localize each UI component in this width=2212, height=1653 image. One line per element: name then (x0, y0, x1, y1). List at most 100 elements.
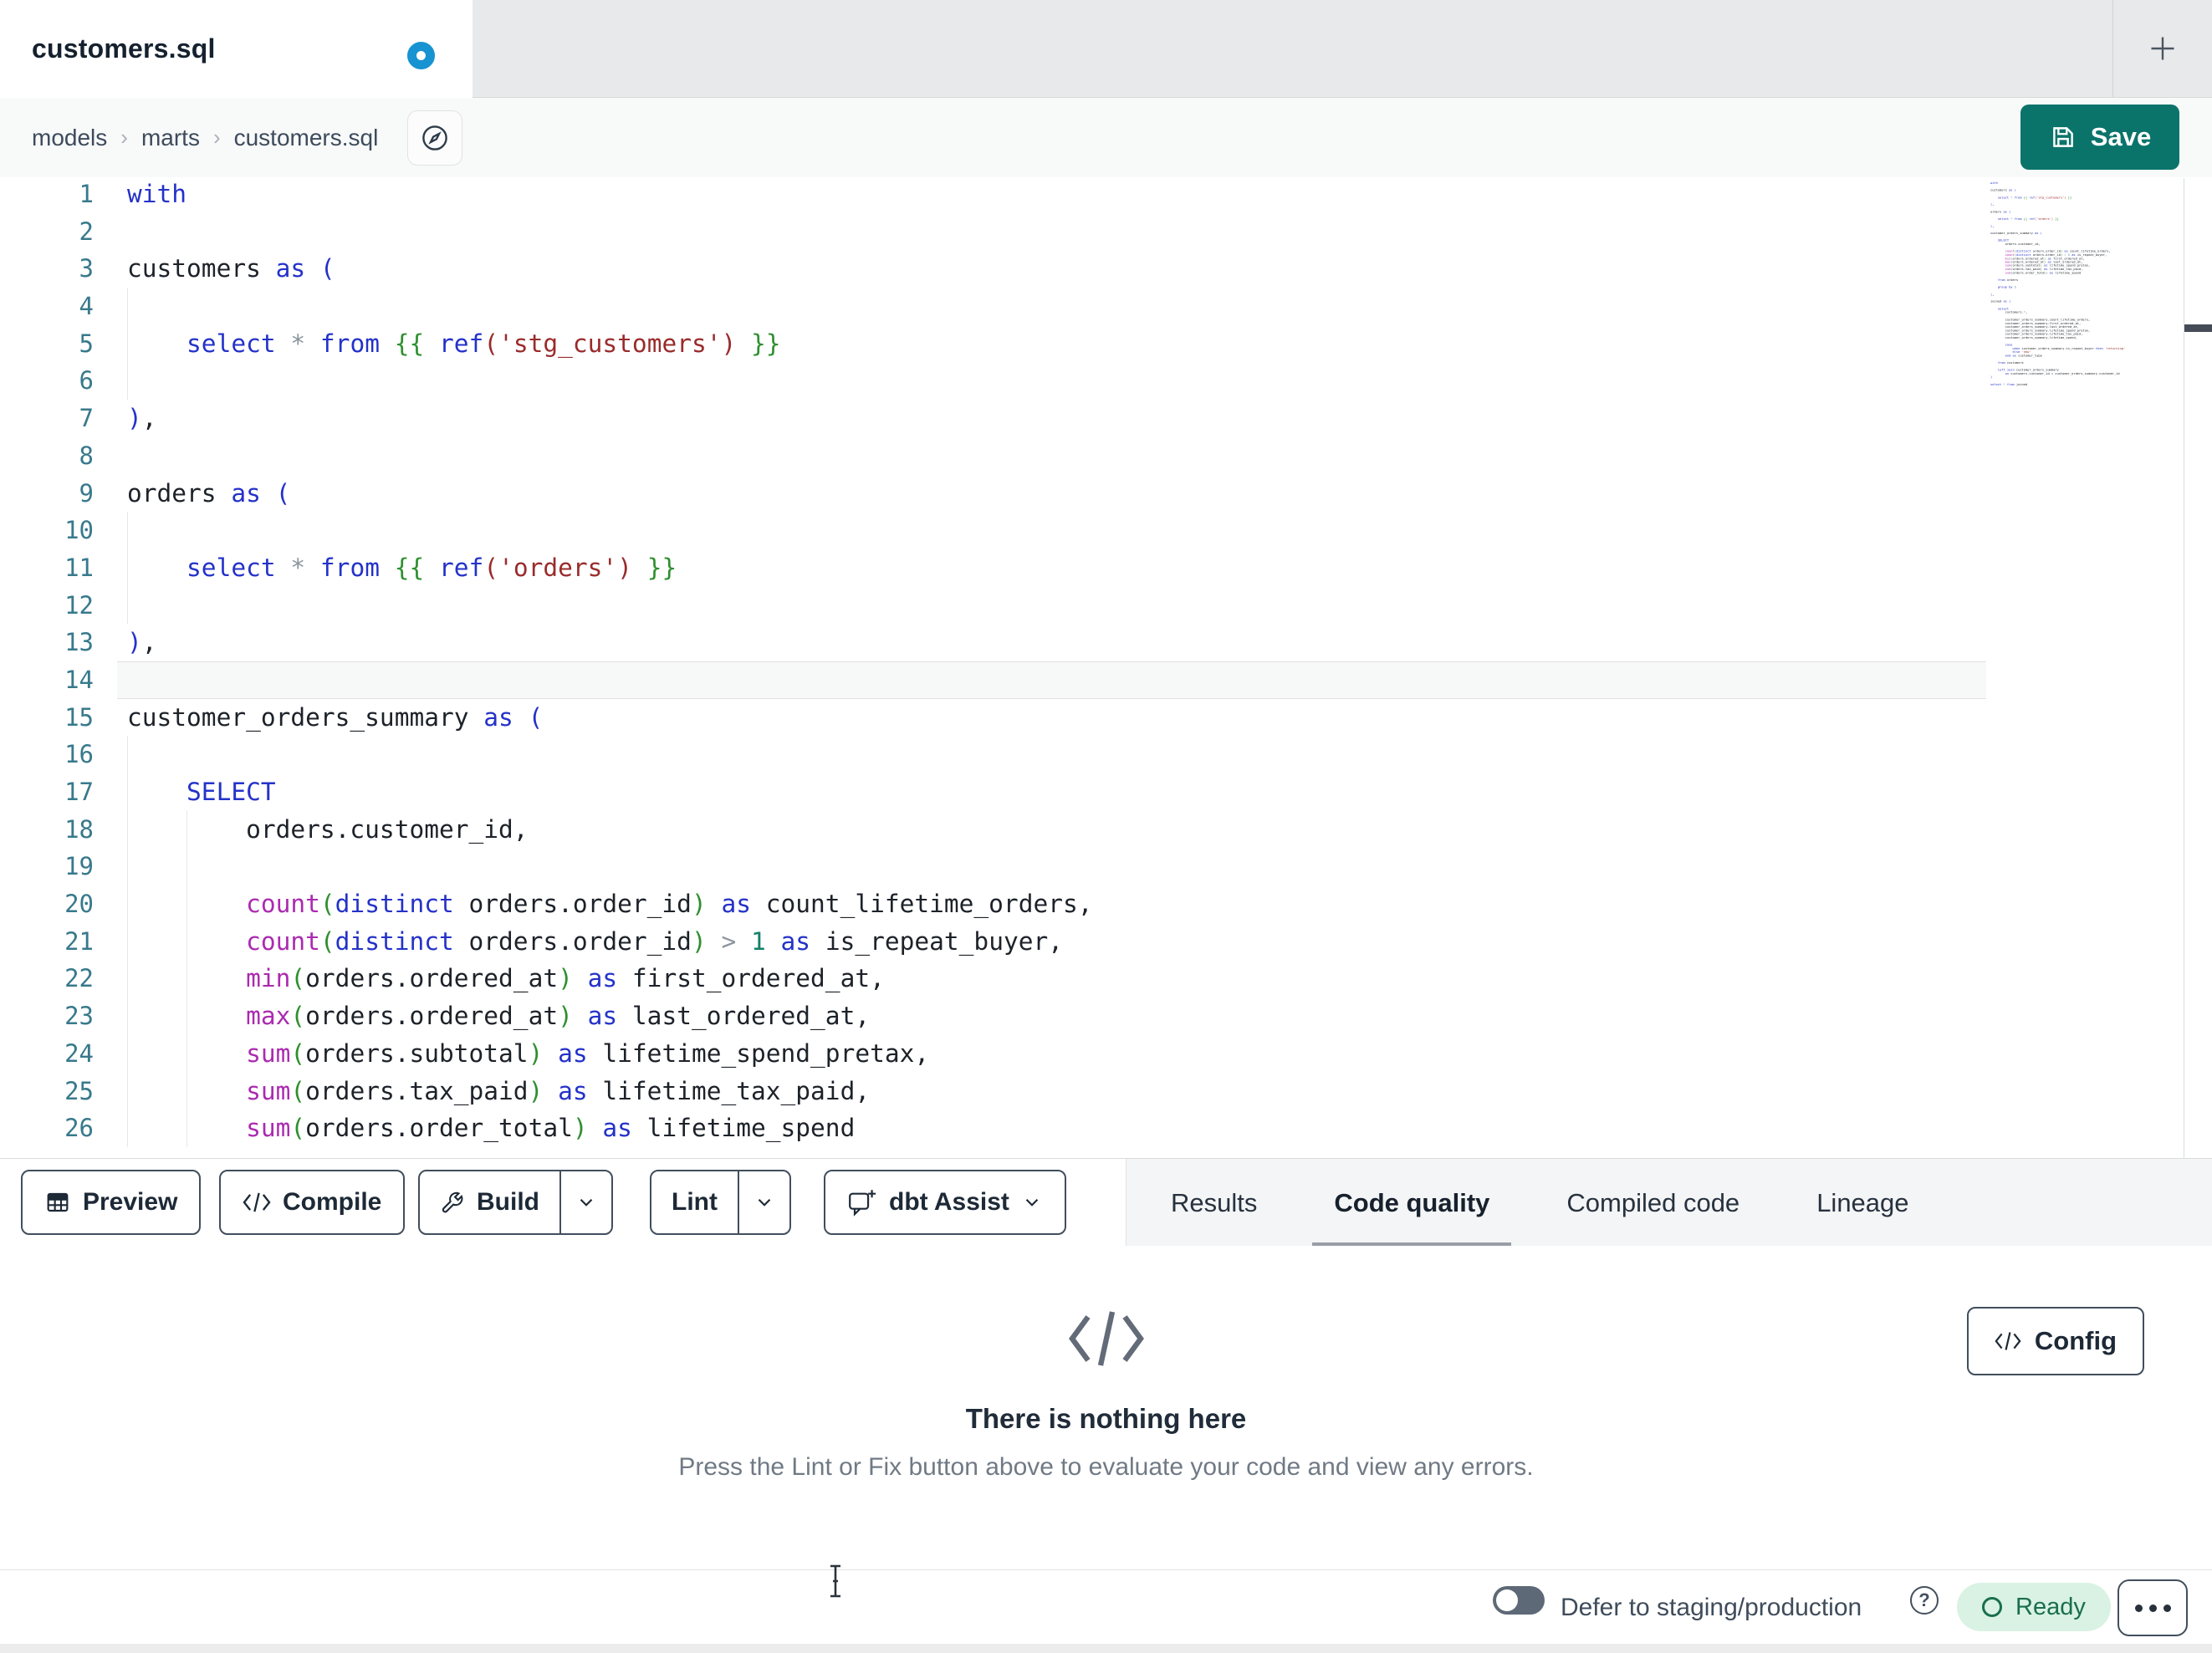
save-button[interactable]: Save (2020, 105, 2179, 170)
code-line-4[interactable]: 4 (0, 288, 2212, 325)
code-line-15[interactable]: 15 customer_orders_summary as ( (0, 699, 2212, 737)
preview-button[interactable]: Preview (21, 1170, 202, 1235)
panel-tab-compiled-code[interactable]: Compiled code (1566, 1159, 1739, 1247)
minimap-line: customer_orders_summary.lifetime_spend, (1990, 335, 2077, 339)
ready-label: Ready (2015, 1593, 2086, 1620)
panel-tab-results[interactable]: Results (1171, 1159, 1257, 1247)
line-number: 19 (64, 852, 94, 881)
line-content: min(orders.ordered_at) as first_ordered_… (246, 964, 885, 993)
panel-tab-code-quality[interactable]: Code quality (1312, 1159, 1512, 1247)
dbt-assist-button[interactable]: dbt Assist (824, 1170, 1066, 1235)
breadcrumb-item-marts[interactable]: marts (141, 125, 200, 151)
code-line-23[interactable]: 23 max(orders.ordered_at) as last_ordere… (0, 997, 2212, 1035)
code-line-8[interactable]: 8 (0, 437, 2212, 475)
line-number: 8 (79, 441, 94, 470)
line-number: 4 (79, 292, 94, 321)
editor-tab-bar: customers.sql (0, 0, 2212, 98)
panel-tab-lineage[interactable]: Lineage (1816, 1159, 1908, 1247)
code-icon (243, 1192, 271, 1212)
line-content: customers as ( (127, 254, 335, 283)
line-number: 11 (64, 553, 94, 582)
code-line-3[interactable]: 3 customers as ( (0, 250, 2212, 288)
save-icon (2052, 127, 2073, 147)
line-content: select * from {{ ref('stg_customers') }} (186, 329, 781, 358)
code-line-6[interactable]: 6 (0, 362, 2212, 400)
scrollbar-thumb[interactable] (2184, 324, 2212, 332)
chevron-down-icon (580, 1198, 593, 1207)
line-number: 13 (64, 628, 94, 657)
code-line-16[interactable]: 16 (0, 736, 2212, 773)
code-line-7[interactable]: 7), (0, 400, 2212, 437)
preview-button-label: Preview (83, 1188, 178, 1216)
breadcrumb-separator: › (120, 125, 128, 150)
code-line-11[interactable]: 11 select * from {{ ref('orders') }} (0, 548, 2212, 587)
tab-customers-sql[interactable]: customers.sql (0, 0, 473, 98)
compass-icon (422, 125, 447, 151)
compile-button[interactable]: Compile (219, 1170, 406, 1235)
line-content: ), (127, 404, 157, 433)
panel-tabs: Results Code quality Compiled code Lineage (1171, 1159, 1909, 1247)
tab-title: customers.sql (32, 33, 216, 64)
config-button-label: Config (2034, 1326, 2117, 1355)
lint-dropdown-button[interactable] (739, 1171, 789, 1233)
line-content: orders.customer_id, (127, 814, 529, 844)
code-line-12[interactable]: 12 (0, 586, 2212, 625)
line-number: 3 (79, 254, 94, 283)
code-line-18[interactable]: 18 orders.customer_id, (0, 810, 2212, 849)
line-number: 25 (64, 1076, 94, 1105)
ready-status-icon (1982, 1597, 2002, 1617)
table-icon (47, 1192, 69, 1212)
indent-guide (127, 288, 128, 325)
line-number: 7 (79, 404, 94, 433)
text-cursor-pointer (830, 1564, 840, 1598)
line-number: 1 (79, 180, 94, 208)
code-line-2[interactable]: 2 (0, 213, 2212, 251)
dbt-ide-window: customers.sql models › marts › customers… (0, 0, 2212, 1653)
help-icon[interactable]: ? (1910, 1586, 1939, 1615)
code-line-24[interactable]: 24 sum(orders.subtotal) as lifetime_spen… (0, 1034, 2212, 1073)
code-line-25[interactable]: 25 sum(orders.tax_paid) as lifetime_tax_… (0, 1072, 2212, 1110)
minimap-line: sum(orders.order_total) as lifetime_spen… (2005, 271, 2082, 275)
code-line-19[interactable]: 19 (0, 848, 2212, 886)
indent-guide (127, 736, 128, 773)
code-line-21[interactable]: 21 count(distinct orders.order_id) > 1 a… (0, 922, 2212, 961)
code-line-20[interactable]: 20 count(distinct orders.order_id) as co… (0, 885, 2212, 923)
ready-badge[interactable]: Ready (1957, 1583, 2111, 1631)
lineage-compass-button[interactable] (407, 110, 462, 166)
line-content: sum(orders.subtotal) as lifetime_spend_p… (246, 1038, 930, 1068)
lint-button[interactable]: Lint (651, 1171, 738, 1233)
defer-label: Defer to staging/production (1561, 1593, 1862, 1621)
line-content: max(orders.ordered_at) as last_ordered_a… (246, 1002, 871, 1031)
config-button[interactable]: Config (1967, 1307, 2144, 1375)
panel-tab-label: Compiled code (1566, 1187, 1740, 1217)
tabbar-divider (2112, 0, 2113, 97)
line-number: 14 (64, 665, 94, 694)
code-line-10[interactable]: 10 (0, 512, 2212, 549)
more-options-button[interactable] (2117, 1579, 2188, 1636)
code-line-17[interactable]: 17 SELECT (0, 773, 2212, 811)
code-line-9[interactable]: 9 orders as ( (0, 475, 2212, 513)
breadcrumb-item-customers-sql[interactable]: customers.sql (234, 125, 379, 151)
build-button[interactable]: Build (420, 1171, 559, 1233)
defer-toggle[interactable] (1493, 1586, 1545, 1615)
minimap[interactable]: with customers as ( select * from {{ ref(… (1990, 181, 2189, 817)
line-number: 23 (64, 1002, 94, 1031)
code-line-26[interactable]: 26 sum(orders.order_total) as lifetime_s… (0, 1110, 2212, 1147)
new-tab-button[interactable] (2138, 23, 2188, 74)
indent-guide (127, 512, 128, 549)
wrench-icon (442, 1191, 463, 1213)
minimap-line: select * from {{ ref('orders') }} (1997, 217, 2059, 221)
line-number: 21 (64, 926, 94, 956)
code-line-5[interactable]: 5 select * from {{ ref('stg_customers') … (0, 324, 2212, 363)
breadcrumb-item-models[interactable]: models (32, 125, 107, 151)
code-line-14[interactable]: 14 (0, 661, 2212, 699)
breadcrumb-separator: › (212, 125, 221, 150)
chevron-down-icon (1025, 1198, 1039, 1207)
code-editor[interactable]: 1 with 2 3 customers as (4 5 select * from {{… (0, 177, 2212, 1158)
minimap-line: on customers.customer_id = customer_orde… (2005, 371, 2120, 375)
build-dropdown-button[interactable] (561, 1171, 611, 1233)
code-line-22[interactable]: 22 min(orders.ordered_at) as first_order… (0, 960, 2212, 998)
line-number: 6 (79, 366, 94, 395)
code-line-13[interactable]: 13), (0, 624, 2212, 661)
code-line-1[interactable]: 1 with (0, 177, 2212, 213)
